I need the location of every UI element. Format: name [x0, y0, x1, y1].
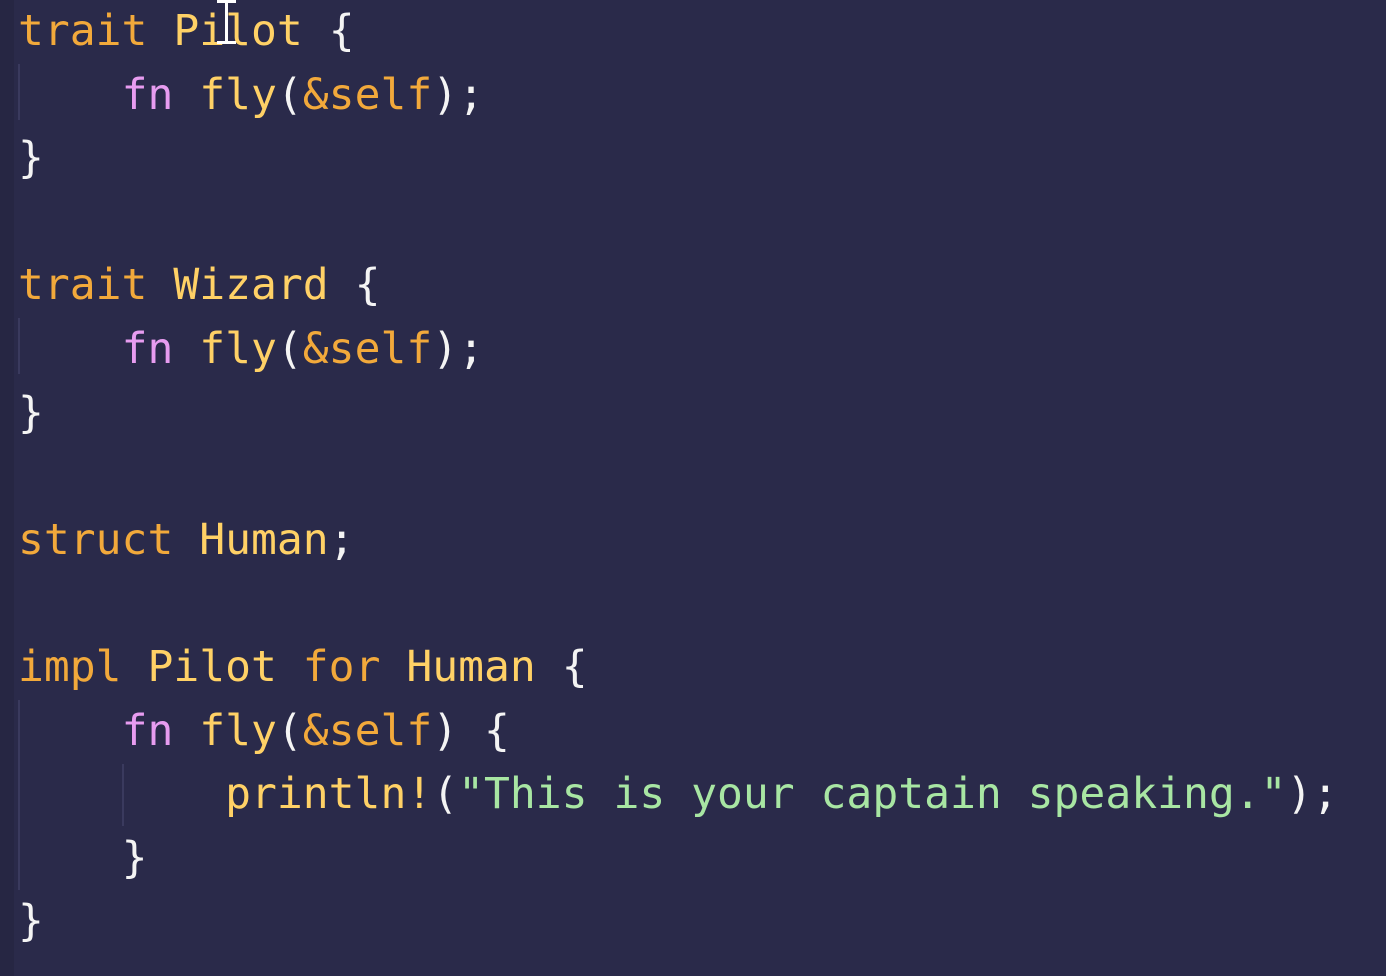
- code-token-fn-name: fly: [199, 705, 277, 756]
- code-token-punct: ;: [328, 514, 355, 565]
- code-token-keyword: impl: [18, 641, 122, 692]
- code-token-punct: }: [18, 387, 44, 438]
- code-token-type: Human: [406, 641, 536, 692]
- code-line[interactable]: fn fly(&self);: [18, 64, 1338, 128]
- code-token-punct: }: [18, 133, 44, 184]
- code-token-fn-name: fly: [199, 323, 277, 374]
- code-line[interactable]: fn fly(&self);: [18, 318, 1338, 382]
- editor-gutter-edge: [0, 0, 14, 976]
- code-token-punct: );: [432, 69, 485, 120]
- code-token-macro: println!: [225, 769, 433, 820]
- code-token-punct: }: [121, 832, 148, 883]
- code-token-punct: );: [1286, 769, 1339, 820]
- code-line[interactable]: }: [18, 890, 1338, 954]
- code-line[interactable]: }: [18, 127, 1338, 191]
- code-token-punct: {: [328, 6, 355, 56]
- code-token-punct: (: [432, 769, 459, 820]
- code-content[interactable]: trait Pilot { fn fly(&self);} trait Wiza…: [18, 0, 1338, 954]
- text-cursor-icon: [213, 0, 239, 44]
- code-token-keyword: trait: [18, 260, 148, 311]
- code-token-self: &self: [302, 705, 433, 756]
- code-token-fn-keyword: fn: [121, 323, 174, 374]
- code-line[interactable]: fn fly(&self) {: [18, 700, 1338, 764]
- code-token-type: Pilot: [147, 641, 277, 692]
- code-token-fn-keyword: fn: [121, 69, 174, 120]
- code-token-punct: );: [432, 323, 485, 374]
- code-line[interactable]: [18, 445, 1338, 509]
- code-line[interactable]: trait Wizard {: [18, 254, 1338, 318]
- code-token-punct: (: [276, 69, 303, 120]
- code-token-keyword: struct: [18, 514, 174, 565]
- code-line[interactable]: }: [18, 382, 1338, 446]
- code-token-punct: {: [354, 260, 381, 311]
- code-token-type: Wizard: [173, 260, 329, 311]
- code-token-punct: }: [18, 896, 44, 947]
- code-token-keyword: for: [302, 641, 381, 692]
- code-line[interactable]: println!("This is your captain speaking.…: [18, 763, 1338, 827]
- code-line[interactable]: }: [18, 827, 1338, 891]
- code-line[interactable]: [18, 572, 1338, 636]
- code-line[interactable]: struct Human;: [18, 509, 1338, 573]
- code-line[interactable]: [18, 191, 1338, 255]
- code-token-punct: (: [276, 705, 303, 756]
- code-token-string: "This is your captain speaking.": [458, 769, 1287, 820]
- code-token-fn-keyword: fn: [121, 705, 174, 756]
- code-token-keyword: trait: [18, 6, 148, 56]
- code-token-punct: ) {: [432, 705, 510, 756]
- code-token-punct: (: [276, 323, 303, 374]
- code-token-self: &self: [302, 69, 433, 120]
- code-token-type: Human: [199, 514, 329, 565]
- code-token-fn-name: fly: [199, 69, 277, 120]
- code-line[interactable]: impl Pilot for Human {: [18, 636, 1338, 700]
- code-token-self: &self: [302, 323, 433, 374]
- code-token-punct: {: [561, 641, 588, 692]
- code-editor[interactable]: trait Pilot { fn fly(&self);} trait Wiza…: [0, 0, 1386, 976]
